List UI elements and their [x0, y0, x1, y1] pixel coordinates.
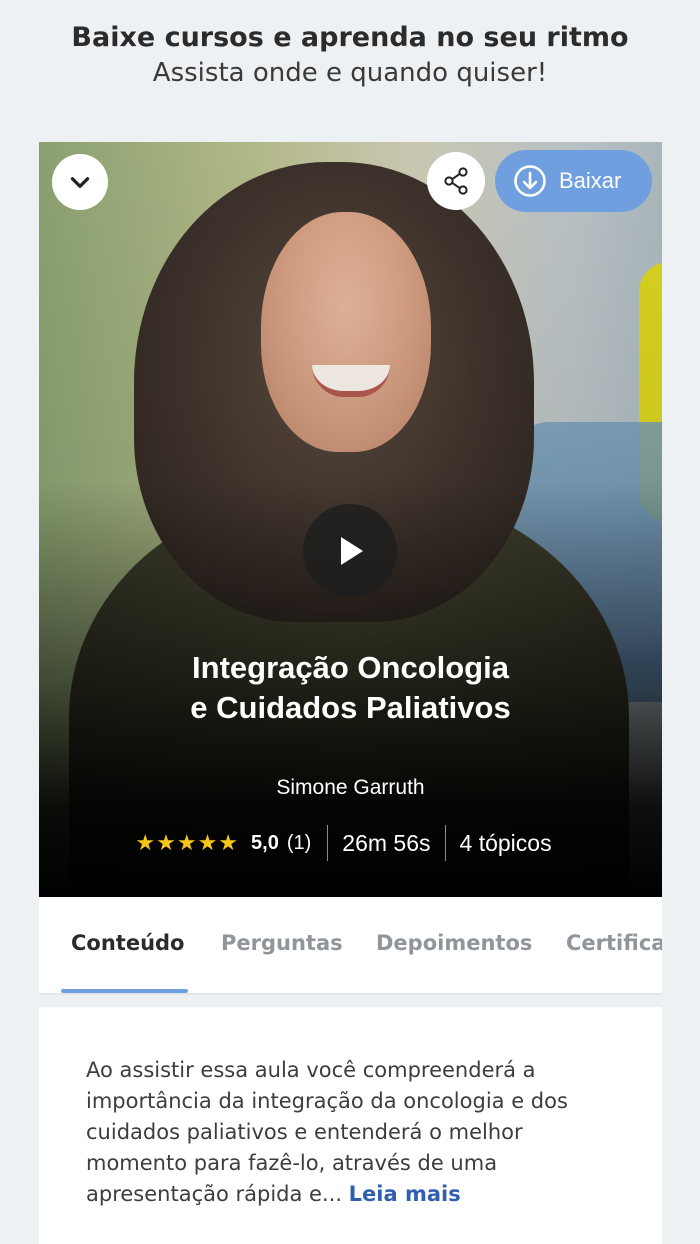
read-more-link[interactable]: Leia mais	[349, 1182, 461, 1206]
rating-stars-icon: ★★★★★	[135, 830, 240, 855]
course-video-hero[interactable]: Baixar Integração Oncologia e Cuidados P…	[39, 142, 662, 897]
course-tabs: Conteúdo Perguntas Depoimentos Certifica…	[39, 897, 662, 995]
tab-certificado[interactable]: Certificado	[566, 931, 662, 955]
promo-title: Baixe cursos e aprenda no seu ritmo	[71, 22, 629, 53]
rating-count: (1)	[286, 831, 312, 854]
chevron-down-icon	[70, 177, 90, 188]
download-button[interactable]: Baixar	[495, 150, 652, 212]
share-icon	[444, 167, 468, 195]
description-text: Ao assistir essa aula você compreenderá …	[86, 1058, 568, 1206]
download-icon	[514, 165, 546, 197]
tab-depoimentos[interactable]: Depoimentos	[376, 931, 532, 955]
content-card: Ao assistir essa aula você compreenderá …	[39, 1007, 662, 1244]
course-stats: ★★★★★ 5,0 (1) 26m 56s 4 tópicos	[39, 824, 662, 862]
course-title-line: Integração Oncologia	[192, 650, 509, 685]
course-description: Ao assistir essa aula você compreenderá …	[86, 1055, 576, 1210]
active-tab-indicator	[61, 989, 188, 993]
course-duration: 26m 56s	[342, 829, 431, 856]
collapse-button[interactable]	[52, 154, 108, 210]
rating-value: 5,0	[251, 831, 279, 854]
topics-count: 4 tópicos	[459, 829, 552, 856]
share-button[interactable]	[427, 152, 485, 210]
play-icon	[341, 537, 363, 565]
course-title-line: e Cuidados Paliativos	[190, 690, 511, 725]
tab-perguntas[interactable]: Perguntas	[221, 931, 343, 955]
play-button[interactable]	[303, 504, 397, 598]
promo-header: Baixe cursos e aprenda no seu ritmo Assi…	[0, 0, 700, 142]
download-label: Baixar	[559, 168, 622, 193]
tab-conteudo[interactable]: Conteúdo	[71, 931, 184, 955]
instructor-name: Simone Garruth	[276, 776, 425, 799]
course-title: Integração Oncologia e Cuidados Paliativ…	[39, 648, 662, 728]
promo-subtitle: Assista onde e quando quiser!	[152, 58, 548, 88]
